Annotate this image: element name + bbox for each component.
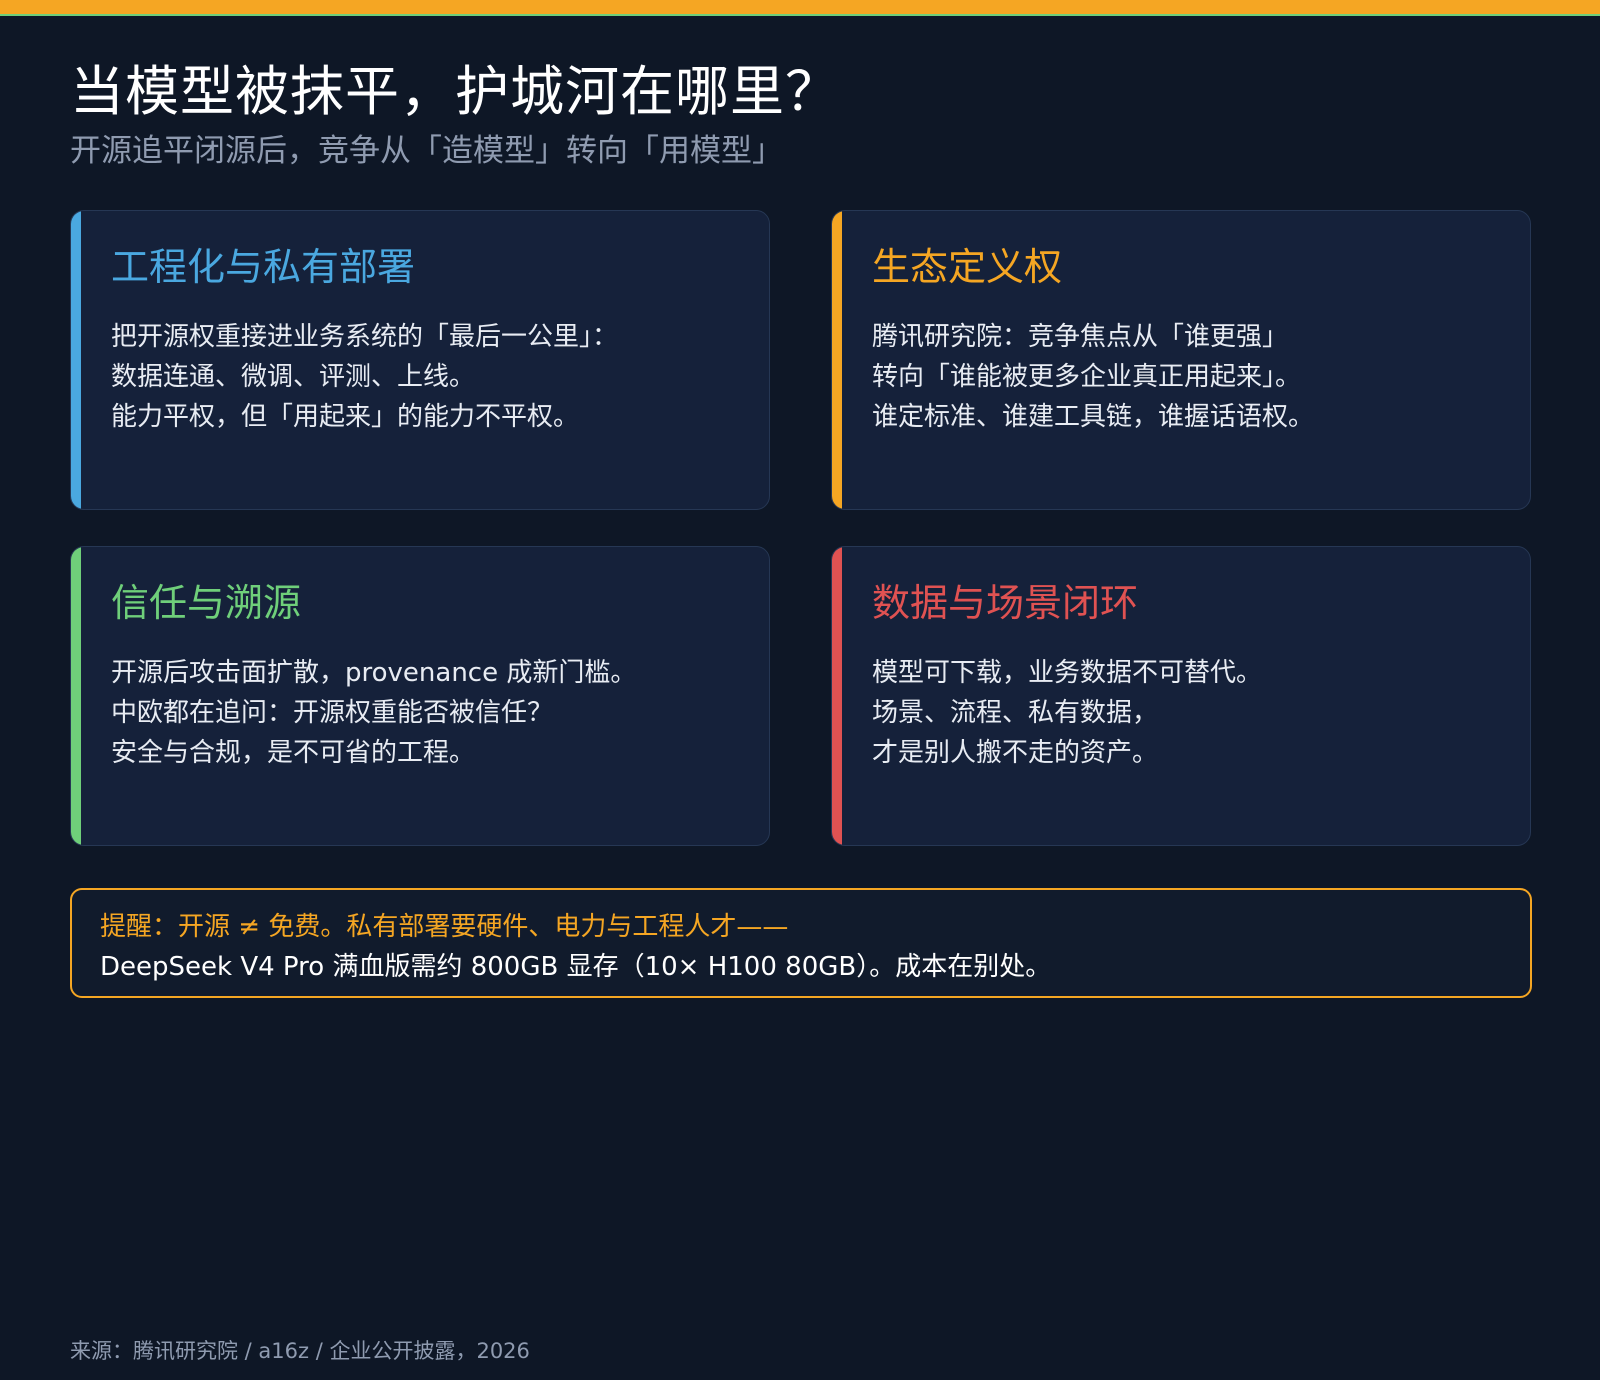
card-accent-bar: [832, 211, 842, 509]
card-accent-bar: [71, 211, 81, 509]
card-title: 生态定义权: [872, 245, 1063, 289]
reminder-detail: DeepSeek V4 Pro 满血版需约 800GB 显存（10× H100 …: [100, 952, 1052, 982]
card-trust-provenance: 信任与溯源 开源后攻击面扩散，provenance 成新门槛。 中欧都在追问：开…: [70, 546, 770, 846]
card-line: 转向「谁能被更多企业真正用起来」。: [872, 362, 1302, 392]
card-data-scenario-loop: 数据与场景闭环 模型可下载，业务数据不可替代。 场景、流程、私有数据， 才是别人…: [831, 546, 1531, 846]
top-accent-bar: [0, 0, 1600, 16]
card-line: 模型可下载，业务数据不可替代。: [872, 658, 1263, 688]
card-line: 谁定标准、谁建工具链，谁握话语权。: [872, 402, 1315, 432]
card-accent-bar: [832, 547, 842, 845]
card-body: 模型可下载，业务数据不可替代。 场景、流程、私有数据， 才是别人搬不走的资产。: [872, 653, 1510, 773]
card-engineering-deployment: 工程化与私有部署 把开源权重接进业务系统的「最后一公里」： 数据连通、微调、评测…: [70, 210, 770, 510]
card-body: 把开源权重接进业务系统的「最后一公里」： 数据连通、微调、评测、上线。 能力平权…: [111, 317, 749, 437]
source-footnote: 来源：腾讯研究院 / a16z / 企业公开披露，2026: [70, 1339, 530, 1363]
card-line: 中欧都在追问：开源权重能否被信任？: [111, 698, 554, 728]
card-body: 开源后攻击面扩散，provenance 成新门槛。 中欧都在追问：开源权重能否被…: [111, 653, 749, 773]
card-body: 腾讯研究院：竞争焦点从「谁更强」 转向「谁能被更多企业真正用起来」。 谁定标准、…: [872, 317, 1510, 437]
card-line: 数据连通、微调、评测、上线。: [111, 362, 476, 392]
card-line: 能力平权，但「用起来」的能力不平权。: [111, 402, 580, 432]
card-line: 才是别人搬不走的资产。: [872, 738, 1159, 768]
page-title: 当模型被抹平，护城河在哪里？: [70, 60, 840, 123]
card-title: 工程化与私有部署: [111, 245, 416, 289]
card-line: 开源后攻击面扩散，provenance 成新门槛。: [111, 658, 637, 688]
card-title: 信任与溯源: [111, 581, 302, 625]
reminder-callout: 提醒：开源 ≠ 免费。私有部署要硬件、电力与工程人才—— DeepSeek V4…: [70, 888, 1532, 998]
page-subtitle: 开源追平闭源后，竞争从「造模型」转向「用模型」: [70, 133, 783, 169]
card-line: 场景、流程、私有数据，: [872, 698, 1159, 728]
card-ecosystem-definition: 生态定义权 腾讯研究院：竞争焦点从「谁更强」 转向「谁能被更多企业真正用起来」。…: [831, 210, 1531, 510]
card-accent-bar: [71, 547, 81, 845]
card-line: 把开源权重接进业务系统的「最后一公里」：: [111, 322, 619, 352]
card-title: 数据与场景闭环: [872, 581, 1139, 625]
card-line: 腾讯研究院：竞争焦点从「谁更强」: [872, 322, 1289, 352]
card-line: 安全与合规，是不可省的工程。: [111, 738, 476, 768]
reminder-headline: 提醒：开源 ≠ 免费。私有部署要硬件、电力与工程人才——: [100, 912, 789, 942]
